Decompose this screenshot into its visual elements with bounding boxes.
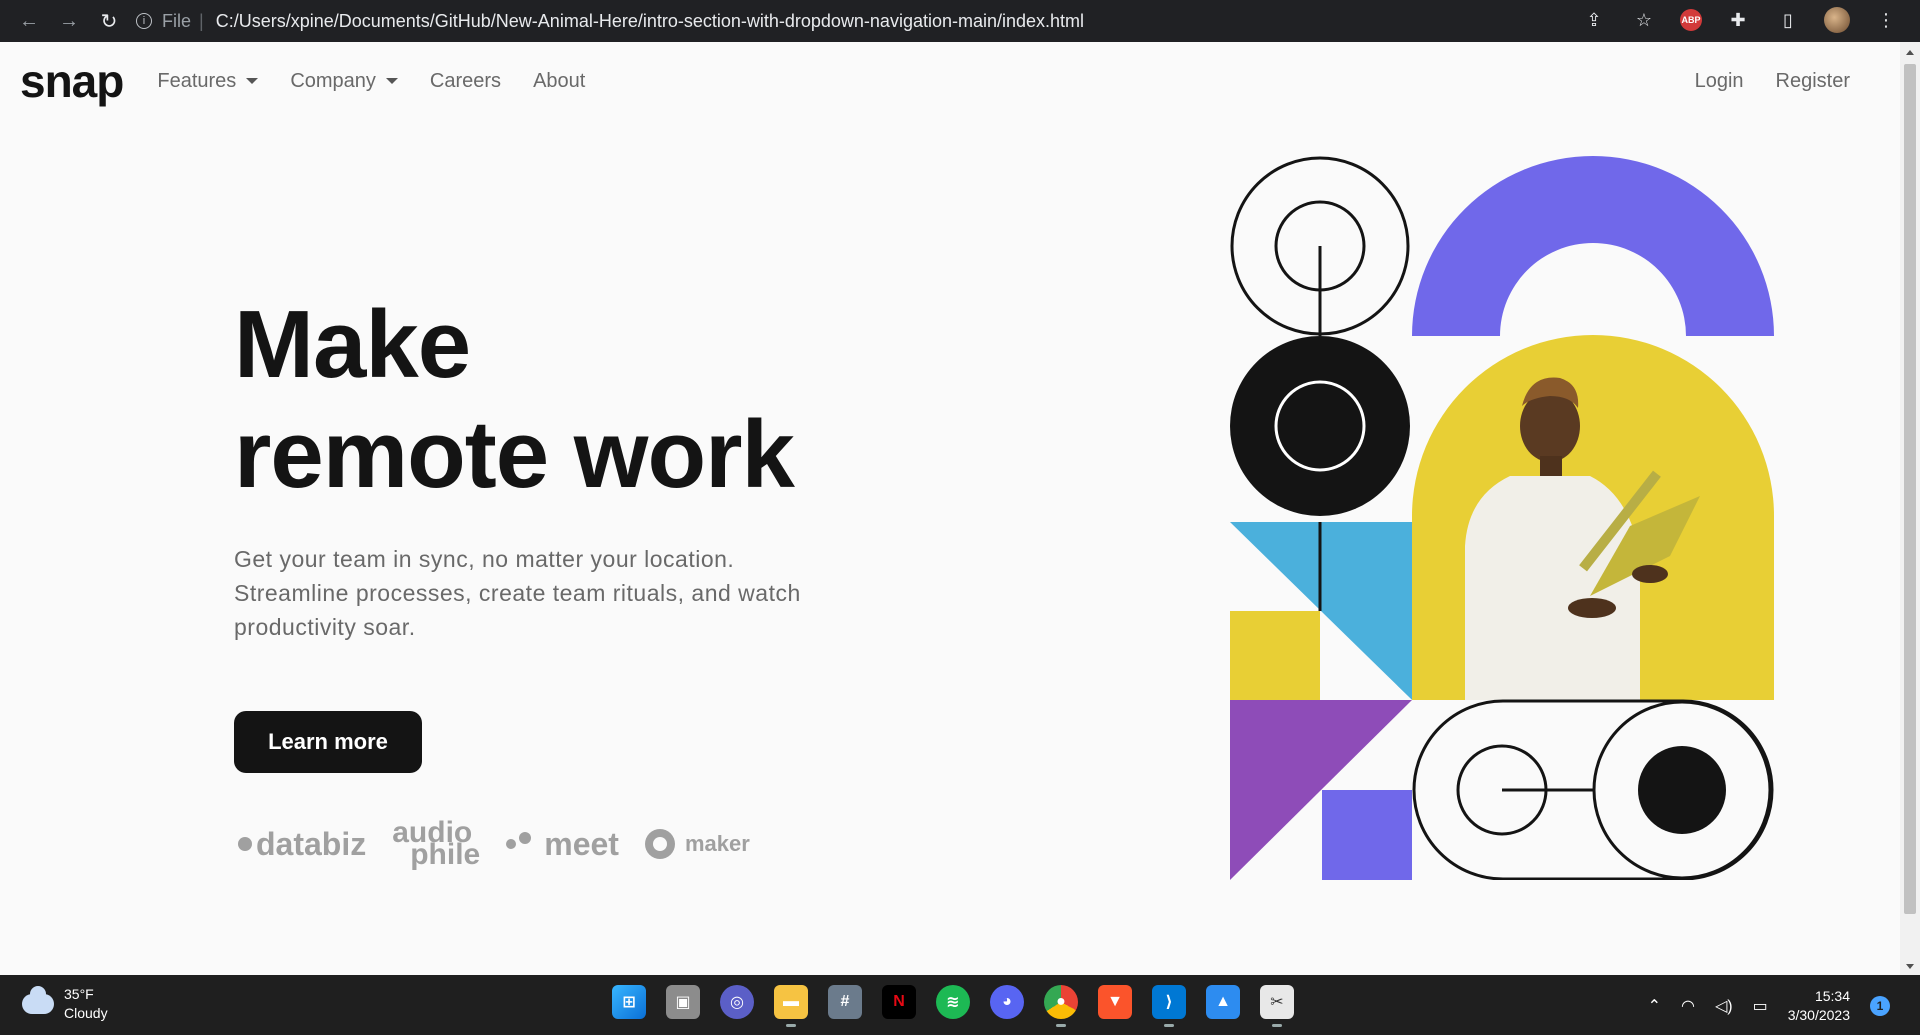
site-header: snap Features Company Careers About Logi…	[0, 42, 1900, 120]
nav-careers[interactable]: Careers	[430, 70, 501, 93]
cloudy-weather-icon	[22, 986, 54, 1014]
calculator-icon[interactable]: #	[828, 985, 862, 1019]
address-separator: |	[199, 10, 204, 31]
system-tray: ⌃ ◠ ◁) ▭ 15:34 3/30/2023 1	[1648, 987, 1890, 1025]
nav-company-label: Company	[290, 69, 376, 92]
maker-logo: maker	[644, 829, 750, 859]
person-photo	[1412, 335, 1774, 700]
databiz-dot-icon	[238, 837, 252, 851]
nav-company[interactable]: Company	[290, 70, 398, 93]
adblock-icon[interactable]: ABP	[1680, 9, 1702, 31]
photos-icon[interactable]: ▲	[1206, 985, 1240, 1019]
netflix-icon[interactable]: N	[882, 985, 916, 1019]
volume-icon[interactable]: ◁)	[1715, 996, 1733, 1016]
hero-description: Get your team in sync, no matter your lo…	[234, 546, 801, 640]
browser-toolbar: ← → ↻ i File | C:/Users/xpine/Documents/…	[0, 0, 1920, 42]
weather-desc: Cloudy	[64, 1005, 108, 1021]
bookmark-star-icon[interactable]: ☆	[1630, 6, 1658, 34]
windows-taskbar: 35°F Cloudy ⊞ ▣ ◎ ▬ # N ≋ ◕ ● ▼ ⟩ ▲ ✂ ⌃ …	[0, 975, 1920, 1035]
extensions-icon[interactable]: ✚	[1724, 6, 1752, 34]
black-ring-circle	[1230, 336, 1410, 516]
audiophile-logo: audio phile	[392, 818, 481, 871]
snipping-tool-icon[interactable]: ✂	[1260, 985, 1294, 1027]
register-link[interactable]: Register	[1776, 70, 1850, 93]
audiophile-text-2: phile	[410, 838, 481, 871]
vscode-icon[interactable]: ⟩	[1152, 985, 1186, 1027]
address-bar[interactable]: i File | C:/Users/xpine/Documents/GitHub…	[136, 11, 1084, 32]
reload-icon[interactable]: ↻	[94, 6, 124, 36]
purple-arch	[1412, 156, 1774, 336]
databiz-logo: databiz	[238, 826, 366, 863]
client-logos: databiz audio phile meet maker	[238, 818, 750, 871]
hero-title: Make remote work	[234, 290, 795, 510]
chevron-down-icon	[246, 78, 259, 84]
discord-icon[interactable]: ◕	[990, 985, 1024, 1019]
forward-icon[interactable]: →	[54, 6, 84, 36]
spotify-icon[interactable]: ≋	[936, 985, 970, 1019]
scroll-up-arrow-icon[interactable]	[1906, 50, 1914, 55]
learn-more-button[interactable]: Learn more	[234, 711, 422, 773]
yellow-square	[1230, 611, 1320, 700]
info-icon[interactable]: i	[136, 13, 152, 29]
wifi-icon[interactable]: ◠	[1681, 996, 1695, 1016]
nav-features[interactable]: Features	[157, 69, 259, 93]
chrome-icon[interactable]: ●	[1044, 985, 1078, 1027]
scrollbar-thumb[interactable]	[1904, 64, 1916, 914]
battery-icon[interactable]: ▭	[1753, 996, 1768, 1016]
meet-logo: meet	[506, 826, 619, 863]
chevron-down-icon	[385, 78, 398, 84]
purple-square	[1322, 790, 1412, 880]
hero-title-line-1: Make	[234, 291, 471, 398]
teams-chat-icon[interactable]: ◎	[720, 985, 754, 1019]
page-scrollbar[interactable]	[1900, 42, 1920, 975]
login-link[interactable]: Login	[1695, 70, 1744, 93]
side-panel-icon[interactable]: ▯	[1774, 6, 1802, 34]
hero-illustration	[1230, 156, 1774, 880]
primary-nav: Features Company Careers About	[157, 70, 585, 93]
notification-badge[interactable]: 1	[1870, 996, 1890, 1016]
task-view-icon[interactable]: ▣	[666, 985, 700, 1019]
auth-links: Login Register	[1695, 70, 1850, 93]
file-label: File	[162, 10, 192, 31]
clock-time: 15:34	[1814, 988, 1850, 1004]
chevron-up-icon[interactable]: ⌃	[1648, 996, 1661, 1016]
windows-start-icon[interactable]: ⊞	[612, 985, 646, 1019]
nav-about[interactable]: About	[533, 70, 585, 93]
weather-text: 35°F Cloudy	[64, 985, 108, 1023]
maker-text: maker	[684, 831, 750, 856]
meet-dots-icon	[506, 832, 534, 849]
snap-logo[interactable]: snap	[20, 54, 124, 108]
databiz-text: databiz	[256, 825, 367, 862]
meet-text: meet	[544, 825, 619, 862]
file-explorer-icon[interactable]: ▬	[774, 985, 808, 1027]
hero-title-line-2: remote work	[234, 401, 795, 508]
url-text[interactable]: C:/Users/xpine/Documents/GitHub/New-Anim…	[216, 11, 1084, 32]
profile-avatar[interactable]	[1824, 7, 1850, 33]
nav-features-label: Features	[157, 69, 237, 92]
clock[interactable]: 15:34 3/30/2023	[1788, 987, 1850, 1025]
maker-badge-icon	[644, 829, 675, 859]
weather-widget[interactable]: 35°F Cloudy	[22, 985, 108, 1023]
pill-outline-shapes	[1412, 699, 1774, 880]
outline-target-circle	[1230, 156, 1410, 336]
taskbar-apps: ⊞ ▣ ◎ ▬ # N ≋ ◕ ● ▼ ⟩ ▲ ✂	[612, 985, 1294, 1027]
brave-icon[interactable]: ▼	[1098, 985, 1132, 1019]
weather-temp: 35°F	[64, 986, 94, 1002]
share-icon[interactable]: ⇪	[1580, 6, 1608, 34]
clock-date: 3/30/2023	[1787, 1007, 1850, 1023]
scroll-down-arrow-icon[interactable]	[1906, 964, 1914, 969]
menu-kebab-icon[interactable]: ⋮	[1872, 6, 1900, 34]
back-icon[interactable]: ←	[14, 6, 44, 36]
